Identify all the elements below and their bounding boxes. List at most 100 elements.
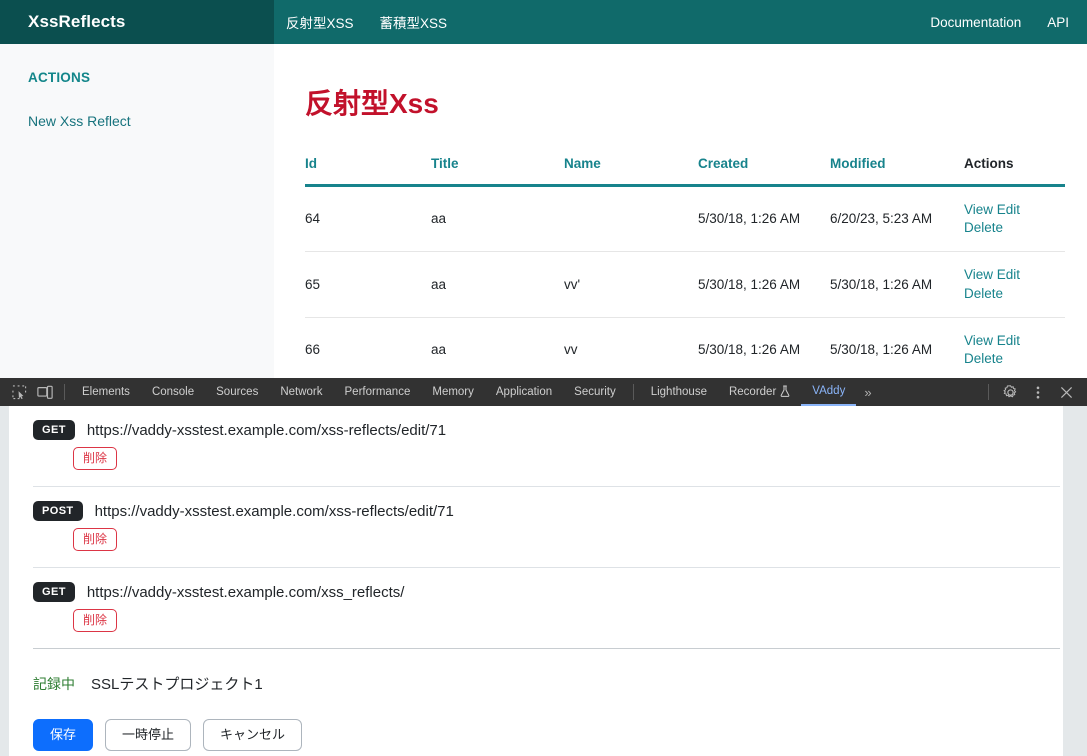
row-action-edit[interactable]: Edit	[997, 267, 1020, 282]
nav-links-right: Documentation API	[930, 15, 1069, 30]
tab-group-divider	[633, 384, 634, 400]
cancel-button[interactable]: キャンセル	[203, 719, 302, 751]
nav-links-left: 反射型XSS 蓄積型XSS	[286, 12, 447, 32]
delete-request-button[interactable]: 削除	[73, 447, 117, 470]
tab-elements[interactable]: Elements	[71, 378, 141, 406]
tab-network[interactable]: Network	[269, 378, 333, 406]
cell-actions: View Edit Delete	[964, 317, 1065, 378]
nav-link-documentation[interactable]: Documentation	[930, 15, 1021, 30]
sort-link-name[interactable]: Name	[564, 156, 601, 171]
cell-title: aa	[431, 186, 564, 252]
row-action-view[interactable]: View	[964, 333, 993, 348]
request-delete-row: 削除	[33, 440, 1060, 470]
delete-request-button[interactable]: 削除	[73, 528, 117, 551]
cell-modified: 5/30/18, 1:26 AM	[830, 252, 964, 317]
request-url: https://vaddy-xsstest.example.com/xss-re…	[87, 422, 446, 439]
row-action-delete[interactable]: Delete	[964, 351, 1003, 366]
row-action-delete[interactable]: Delete	[964, 220, 1003, 235]
sidebar-heading: ACTIONS	[28, 70, 274, 85]
tab-performance[interactable]: Performance	[334, 378, 422, 406]
tab-security[interactable]: Security	[563, 378, 627, 406]
cell-title: aa	[431, 317, 564, 378]
kebab-menu-icon[interactable]	[1025, 381, 1051, 403]
project-name: SSLテストプロジェクト1	[91, 673, 263, 694]
toolbar-right-divider	[988, 384, 989, 400]
device-toolbar-icon[interactable]	[32, 381, 58, 403]
devtools-tab-strip: Elements Console Sources Network Perform…	[71, 378, 856, 406]
method-badge: GET	[33, 582, 75, 602]
sidebar-item-new-xss-reflect[interactable]: New Xss Reflect	[28, 113, 274, 129]
close-icon[interactable]	[1053, 381, 1079, 403]
nav-link-reflected-xss[interactable]: 反射型XSS	[286, 12, 354, 32]
devtools-toolbar: Elements Console Sources Network Perform…	[0, 378, 1087, 406]
brand-block[interactable]: XssReflects	[0, 0, 274, 44]
sort-link-created[interactable]: Created	[698, 156, 748, 171]
column-header-title: Title	[431, 156, 564, 186]
cell-created: 5/30/18, 1:26 AM	[698, 186, 830, 252]
tab-console[interactable]: Console	[141, 378, 205, 406]
cell-actions: View Edit Delete	[964, 186, 1065, 252]
table-head: Id Title Name Created	[305, 156, 1065, 186]
gear-icon[interactable]	[997, 381, 1023, 403]
cell-id: 66	[305, 317, 431, 378]
sort-link-modified[interactable]: Modified	[830, 156, 886, 171]
vaddy-panel: GET https://vaddy-xsstest.example.com/xs…	[0, 406, 1087, 756]
tab-vaddy[interactable]: VAddy	[801, 378, 856, 406]
column-header-actions: Actions	[964, 156, 1065, 186]
more-tabs-icon[interactable]: »	[856, 385, 879, 400]
nav-link-api[interactable]: API	[1047, 15, 1069, 30]
table-row: 64 aa 5/30/18, 1:26 AM 6/20/23, 5:23 AM …	[305, 186, 1065, 252]
sort-link-id[interactable]: Id	[305, 156, 317, 171]
cell-created: 5/30/18, 1:26 AM	[698, 252, 830, 317]
web-page: XssReflects 反射型XSS 蓄積型XSS Documentation …	[0, 0, 1087, 378]
request-row: POST https://vaddy-xsstest.example.com/x…	[33, 501, 1060, 521]
request-url: https://vaddy-xsstest.example.com/xss-re…	[95, 503, 454, 520]
table-row: 65 aa vv' 5/30/18, 1:26 AM 5/30/18, 1:26…	[305, 252, 1065, 317]
tab-recorder-label: Recorder	[729, 386, 776, 398]
nav-link-stored-xss[interactable]: 蓄積型XSS	[380, 12, 448, 32]
method-badge: GET	[33, 420, 75, 440]
cell-name: vv'	[564, 252, 698, 317]
table-header-row: Id Title Name Created	[305, 156, 1065, 186]
cell-id: 65	[305, 252, 431, 317]
page-body: ACTIONS New Xss Reflect 反射型Xss Id Title	[0, 44, 1087, 378]
tab-application[interactable]: Application	[485, 378, 563, 406]
sort-link-title[interactable]: Title	[431, 156, 459, 171]
tab-memory[interactable]: Memory	[421, 378, 485, 406]
tab-lighthouse[interactable]: Lighthouse	[640, 378, 718, 406]
save-button[interactable]: 保存	[33, 719, 93, 751]
tab-sources[interactable]: Sources	[205, 378, 269, 406]
flask-icon	[780, 385, 790, 400]
list-item: POST https://vaddy-xsstest.example.com/x…	[0, 501, 1087, 551]
inspect-element-icon[interactable]	[6, 381, 32, 403]
panel-action-buttons: 保存 一時停止 キャンセル	[0, 694, 1087, 751]
cell-created: 5/30/18, 1:26 AM	[698, 317, 830, 378]
row-action-view[interactable]: View	[964, 267, 993, 282]
delete-request-button[interactable]: 削除	[73, 609, 117, 632]
main-content: 反射型Xss Id Title Name	[274, 44, 1087, 378]
screen-root: XssReflects 反射型XSS 蓄積型XSS Documentation …	[0, 0, 1087, 756]
list-item: GET https://vaddy-xsstest.example.com/xs…	[0, 420, 1087, 470]
recorded-request-list: GET https://vaddy-xsstest.example.com/xs…	[0, 406, 1087, 751]
panel-scrollbar[interactable]	[1063, 406, 1087, 756]
pause-button[interactable]: 一時停止	[105, 719, 191, 751]
column-header-created: Created	[698, 156, 830, 186]
cell-title: aa	[431, 252, 564, 317]
sidebar: ACTIONS New Xss Reflect	[0, 44, 274, 378]
row-action-edit[interactable]: Edit	[997, 202, 1020, 217]
request-row: GET https://vaddy-xsstest.example.com/xs…	[33, 420, 1060, 440]
request-delete-row: 削除	[33, 521, 1060, 551]
page-title: 反射型Xss	[305, 82, 1065, 122]
cell-name: vv	[564, 317, 698, 378]
column-header-id: Id	[305, 156, 431, 186]
method-badge: POST	[33, 501, 83, 521]
list-item: GET https://vaddy-xsstest.example.com/xs…	[0, 582, 1087, 632]
column-header-name: Name	[564, 156, 698, 186]
tab-recorder[interactable]: Recorder	[718, 378, 801, 406]
devtools: Elements Console Sources Network Perform…	[0, 378, 1087, 756]
row-action-edit[interactable]: Edit	[997, 333, 1020, 348]
cell-modified: 5/30/18, 1:26 AM	[830, 317, 964, 378]
row-action-delete[interactable]: Delete	[964, 286, 1003, 301]
row-action-view[interactable]: View	[964, 202, 993, 217]
request-row: GET https://vaddy-xsstest.example.com/xs…	[33, 582, 1060, 602]
